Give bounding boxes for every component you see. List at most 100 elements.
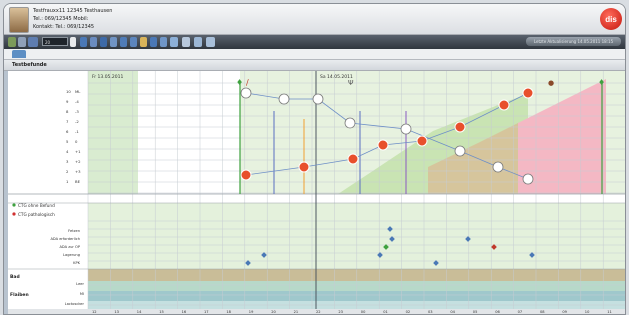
time-label: 08	[540, 310, 545, 314]
scissors-icon[interactable]: Ψ	[348, 79, 354, 87]
dilation-label: 10	[66, 89, 71, 94]
station-label: +3	[75, 169, 81, 174]
chart-icon-1[interactable]	[80, 37, 87, 47]
descent-marker[interactable]	[454, 145, 466, 157]
patient-name: Testfrauxx11 12345 Testhausen	[33, 8, 113, 14]
toolbar-icon-3[interactable]	[28, 37, 38, 47]
dilation-marker[interactable]	[377, 139, 389, 151]
station-label: +1	[75, 149, 81, 154]
row-label: Lagerung	[63, 253, 80, 257]
tab-strip	[4, 49, 625, 60]
section-header: Testbefunde	[4, 60, 625, 71]
chart-icon-6[interactable]	[130, 37, 137, 47]
legend-green-dot	[12, 203, 16, 207]
patient-contact: Kontakt: Tel.: 069/12345	[33, 24, 95, 30]
pen-icon[interactable]: ∕	[246, 78, 249, 87]
descent-marker[interactable]	[312, 93, 324, 105]
time-label: 22	[316, 310, 321, 314]
chart-icon-8[interactable]	[150, 37, 157, 47]
time-label: 16	[182, 310, 187, 314]
time-label: 21	[294, 310, 299, 314]
station-label: +2	[75, 159, 81, 164]
row-label: ADA erforderlich	[50, 237, 80, 241]
time-label: 15	[159, 310, 164, 314]
baby-icon[interactable]: ●	[548, 79, 554, 87]
legend-ctg-pathologic: CTG pathologisch	[18, 212, 55, 217]
time-label: 09	[562, 310, 567, 314]
chart-icon-9[interactable]	[160, 37, 167, 47]
chart-icon-7[interactable]	[140, 37, 147, 47]
time-label: 10	[585, 310, 590, 314]
time-label: 02	[406, 310, 411, 314]
time-label: 00	[361, 310, 366, 314]
dilation-marker[interactable]	[454, 121, 466, 133]
time-label: 06	[495, 310, 500, 314]
time-label: 18	[226, 310, 231, 314]
tab-main[interactable]	[12, 50, 26, 58]
status-text: Letzte Aktualisierung 14.05.2011 18:15	[526, 37, 621, 46]
station-label: ML	[75, 89, 81, 94]
title-bar: Testfrauxx11 12345 Testhausen Tel.: 069/…	[4, 4, 625, 35]
chart-icon-5[interactable]	[120, 37, 127, 47]
time-label: 23	[338, 310, 343, 314]
toolbar-icon-2[interactable]	[18, 37, 26, 47]
flag-icon-1[interactable]: ♦	[236, 78, 243, 87]
time-label: 07	[518, 310, 523, 314]
row-label: KPK	[73, 261, 81, 265]
time-range-select[interactable]: 20 Stunden	[42, 37, 68, 54]
descent-marker[interactable]	[278, 93, 290, 105]
descent-marker[interactable]	[492, 161, 504, 173]
time-label: 17	[204, 310, 209, 314]
descent-marker[interactable]	[400, 123, 412, 135]
descent-marker[interactable]	[240, 87, 252, 99]
toolbar-icon-1[interactable]	[8, 37, 16, 47]
station-label: BE	[75, 179, 81, 184]
chart-icon-11[interactable]	[182, 37, 190, 47]
dilation-marker[interactable]	[522, 87, 534, 99]
chart-icon-12[interactable]	[194, 37, 202, 47]
app-logo: dis	[600, 8, 622, 30]
station-label: -1	[75, 129, 79, 134]
date-label-1: Fr 13.05.2011	[92, 74, 123, 80]
chart-icon-13[interactable]	[206, 37, 215, 47]
legend-ctg-normal: CTG ohne Befund	[18, 203, 55, 208]
row-label: ADA zur OP	[59, 245, 80, 249]
bottom-teal-band-2	[88, 291, 625, 301]
flag-icon-2[interactable]: ♦	[598, 78, 605, 87]
green-zone-left	[88, 71, 138, 194]
chart-icon-10[interactable]	[170, 37, 178, 47]
time-label: 05	[473, 310, 478, 314]
lower-green-zone	[88, 203, 625, 269]
lower-label: Lactoscker	[65, 302, 85, 306]
time-label: 11	[607, 310, 612, 314]
station-label: -3	[75, 109, 79, 114]
time-label: 19	[249, 310, 254, 314]
descent-marker[interactable]	[344, 117, 356, 129]
dilation-marker[interactable]	[416, 135, 428, 147]
patient-info: Testfrauxx11 12345 Testhausen Tel.: 069/…	[33, 7, 112, 31]
partogram-chart: Fr 13.05.2011 Sa 14.05.2011 10987654321 …	[8, 71, 625, 314]
app-window: Testfrauxx11 12345 Testhausen Tel.: 069/…	[3, 3, 626, 315]
dilation-marker[interactable]	[240, 169, 252, 181]
chart-icon-4[interactable]	[110, 37, 117, 47]
dilation-marker[interactable]	[347, 153, 359, 165]
time-label: 14	[137, 310, 142, 314]
station-label: -2	[75, 119, 79, 124]
dilation-marker[interactable]	[498, 99, 510, 111]
dropdown-arrow-icon[interactable]	[70, 37, 76, 47]
descent-marker[interactable]	[522, 173, 534, 185]
row-label: Fetzen	[68, 229, 80, 233]
lower-group-1: Bad	[10, 274, 20, 280]
chart-icon-3[interactable]	[100, 37, 107, 47]
time-label: 12	[92, 310, 97, 314]
time-label: 20	[271, 310, 276, 314]
lower-group-2: Flaiben	[10, 292, 29, 298]
station-label: -4	[75, 99, 79, 104]
chart-icon-2[interactable]	[90, 37, 97, 47]
time-label: 01	[383, 310, 388, 314]
time-label: 13	[114, 310, 119, 314]
dilation-marker[interactable]	[298, 161, 310, 173]
time-label: 03	[428, 310, 433, 314]
legend-red-dot	[12, 212, 16, 216]
bottom-olive-band	[88, 269, 625, 281]
